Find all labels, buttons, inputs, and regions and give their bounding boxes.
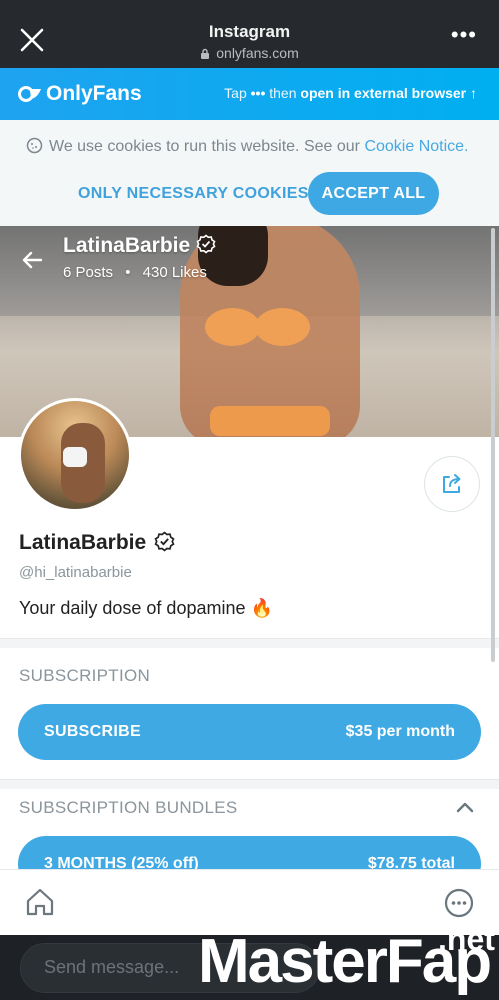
bundles-title: SUBSCRIPTION BUNDLES: [19, 798, 238, 817]
watermark-suffix: .net: [438, 921, 495, 957]
browser-url: onlyfans.com: [0, 45, 499, 61]
chevron-up-icon[interactable]: [456, 801, 474, 813]
cookie-message: We use cookies to run this website. See …: [26, 137, 468, 156]
home-icon[interactable]: [24, 886, 56, 918]
external-browser-hint: Tap ••• then open in external browser ↑: [224, 85, 477, 101]
accept-all-button[interactable]: ACCEPT ALL: [308, 172, 439, 215]
profile-handle: @hi_latinabarbie: [19, 564, 132, 581]
arrow-up-icon: ↑: [470, 85, 477, 101]
verified-badge-icon: [196, 234, 216, 254]
more-options-icon[interactable]: •••: [451, 24, 477, 46]
chat-icon[interactable]: [443, 887, 475, 919]
lock-icon: [201, 48, 210, 59]
verified-badge-icon: [154, 531, 175, 552]
cookie-banner: We use cookies to run this website. See …: [0, 120, 499, 226]
onlyfans-logo[interactable]: OnlyFans: [18, 82, 142, 106]
onlyfans-logo-icon: [18, 86, 41, 102]
browser-header: Instagram onlyfans.com •••: [0, 0, 499, 68]
subscribe-button[interactable]: SUBSCRIBE $35 per month: [18, 704, 481, 760]
section-divider: [0, 638, 499, 648]
onlyfans-banner: OnlyFans Tap ••• then open in external b…: [0, 68, 499, 120]
section-divider: [0, 779, 499, 789]
share-icon: [443, 474, 461, 493]
subscription-title: SUBSCRIPTION: [19, 666, 151, 685]
share-button[interactable]: [424, 456, 480, 512]
cookie-icon: [26, 137, 43, 154]
scrollbar[interactable]: [491, 228, 495, 662]
only-necessary-cookies-button[interactable]: ONLY NECESSARY COOKIES: [70, 174, 317, 214]
profile-name: LatinaBarbie: [19, 531, 175, 555]
browser-title: Instagram: [208, 22, 291, 41]
profile-bio: Your daily dose of dopamine 🔥: [19, 598, 273, 618]
back-arrow-icon[interactable]: [20, 248, 44, 272]
avatar[interactable]: [18, 398, 132, 512]
cookie-notice-link[interactable]: Cookie Notice.: [364, 138, 468, 155]
cover-name: LatinaBarbie: [63, 234, 216, 258]
cover-stats: 6 Posts • 430 Likes: [63, 264, 207, 281]
message-placeholder: Send message...: [44, 957, 180, 977]
